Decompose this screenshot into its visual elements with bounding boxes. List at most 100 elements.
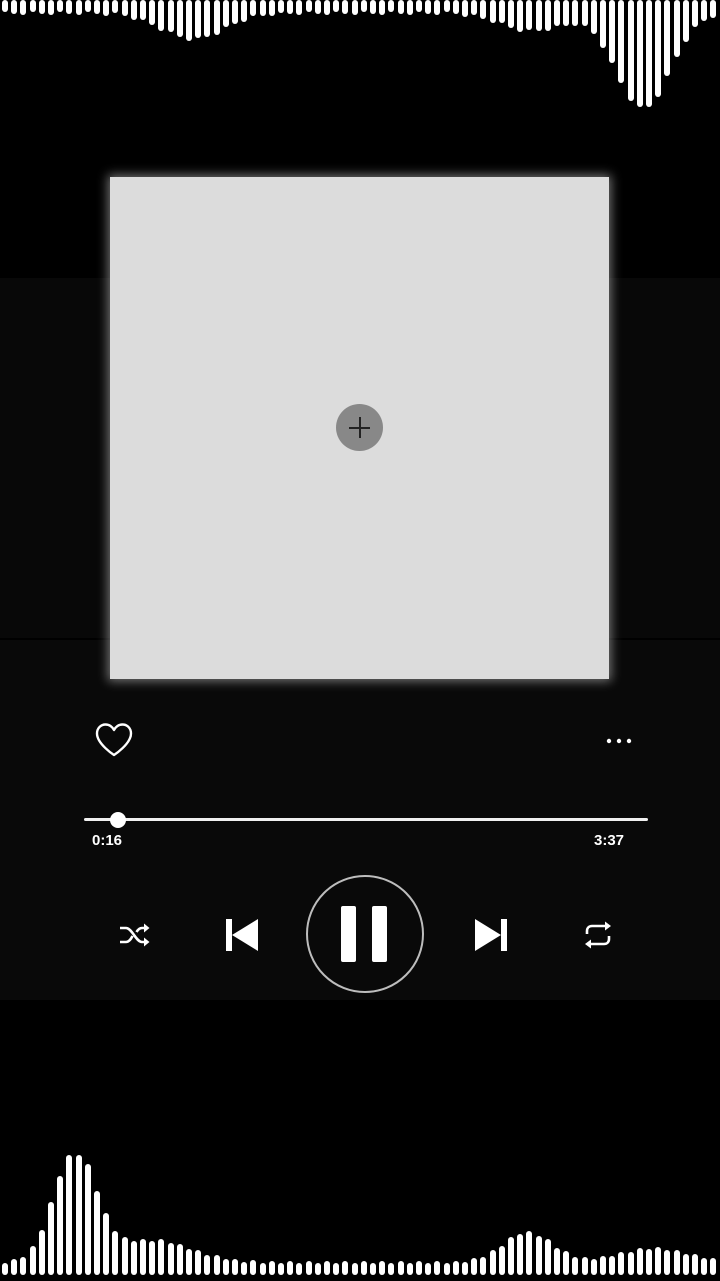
visualizer-bar [20, 0, 27, 15]
visualizer-bar [618, 0, 625, 84]
visualizer-bar [94, 0, 100, 14]
visualizer-bar [20, 1257, 27, 1275]
visualizer-bar [195, 0, 202, 38]
visualizer-bar [112, 0, 119, 14]
visualizer-bar [241, 1261, 248, 1275]
visualizer-bar [388, 1263, 395, 1275]
visualizer-bar [222, 0, 229, 28]
visualizer-bar [305, 0, 312, 13]
visualizer-bar [406, 1263, 413, 1275]
visualizer-bar [287, 0, 294, 14]
skip-previous-icon[interactable] [222, 915, 262, 955]
visualizer-bar [278, 0, 284, 13]
visualizer-bar [167, 1243, 174, 1275]
visualizer-bar [517, 1234, 524, 1275]
album-art-placeholder[interactable] [110, 177, 609, 679]
visualizer-bar [636, 0, 643, 108]
visualizer-bar [29, 1245, 36, 1275]
visualizer-bar [609, 0, 616, 63]
visualizer-bar [112, 1231, 119, 1275]
visualizer-bar [535, 0, 542, 32]
visualizer-bar [296, 0, 303, 16]
visualizer-bar [140, 1239, 146, 1275]
visualizer-bar [397, 0, 404, 14]
visualizer-bar [434, 1260, 441, 1275]
visualizer-bar [48, 1202, 54, 1275]
visualizer-bar [443, 0, 450, 13]
visualizer-bar [222, 1259, 229, 1275]
visualizer-bar [692, 1254, 698, 1275]
pause-icon [372, 906, 387, 962]
visualizer-bar [443, 1262, 450, 1275]
visualizer-bar [710, 0, 717, 19]
visualizer-bar [38, 1230, 45, 1275]
visualizer-bar [121, 1237, 128, 1275]
visualizer-bar [425, 0, 432, 14]
visualizer-bar [471, 1258, 478, 1275]
visualizer-bar [462, 1261, 468, 1275]
visualizer-bar [232, 0, 238, 25]
visualizer-bar [204, 1254, 211, 1275]
visualizer-bar [554, 0, 560, 27]
visualizer-bar [48, 0, 54, 15]
visualizer-bar [130, 0, 137, 20]
visualizer-bar [84, 0, 91, 13]
visualizer-bar [149, 1240, 156, 1275]
more-options-icon[interactable] [602, 732, 636, 750]
visualizer-bar [563, 0, 570, 26]
visualizer-bar [636, 1247, 643, 1275]
visualizer-bar [425, 1263, 432, 1275]
visualizer-bar [29, 0, 36, 12]
plus-icon[interactable] [336, 404, 383, 451]
visualizer-bar [287, 1260, 294, 1275]
visualizer-bar [664, 1250, 671, 1275]
visualizer-bar [333, 0, 340, 12]
visualizer-bar [296, 1262, 303, 1275]
visualizer-bar [130, 1241, 137, 1275]
progress-bar[interactable] [84, 812, 648, 828]
visualizer-bar [232, 1258, 238, 1275]
visualizer-bar [213, 0, 220, 35]
visualizer-bar [103, 1213, 110, 1275]
skip-next-icon[interactable] [471, 915, 511, 955]
visualizer-bar [314, 0, 321, 14]
visualizer-bar [544, 0, 551, 32]
visualizer-bar [370, 1263, 376, 1275]
visualizer-bar [121, 0, 128, 17]
visualizer-bar [572, 1256, 579, 1275]
shuffle-icon[interactable] [116, 918, 154, 952]
visualizer-bar [176, 0, 183, 38]
visualizer-bar [544, 1239, 551, 1275]
visualizer-bar [360, 0, 367, 12]
visualizer-bar [572, 0, 579, 27]
visualizer-bar [259, 1262, 266, 1275]
visualizer-bar [627, 1251, 634, 1275]
visualizer-bar [600, 0, 606, 49]
visualizer-bar [324, 0, 330, 15]
visualizer-bar [94, 1190, 100, 1275]
visualizer-bar [360, 1261, 367, 1275]
visualizer-bar [517, 0, 524, 32]
visualizer-bar [66, 1155, 73, 1275]
visualizer-bar [508, 0, 514, 28]
visualizer-bar [370, 0, 376, 14]
visualizer-bar [278, 1262, 284, 1275]
visualizer-bar [646, 0, 652, 108]
progress-handle[interactable] [109, 812, 126, 828]
visualizer-bar [673, 1249, 680, 1275]
visualizer-bar [563, 1251, 570, 1275]
visualizer-bar [314, 1263, 321, 1275]
visualizer-bar [489, 1250, 496, 1275]
repeat-icon[interactable] [578, 917, 618, 953]
heart-icon[interactable] [94, 722, 134, 758]
visualizer-bar [682, 0, 689, 42]
visualizer-bar [259, 0, 266, 16]
visualizer-bar [498, 1245, 505, 1275]
visualizer-bar [38, 0, 45, 14]
pause-button[interactable] [306, 875, 424, 993]
visualizer-bar [305, 1261, 312, 1275]
visualizer-bar [554, 1247, 560, 1275]
visualizer-bar [176, 1243, 183, 1275]
visualizer-bar [379, 1261, 386, 1275]
visualizer-bar [2, 0, 8, 12]
